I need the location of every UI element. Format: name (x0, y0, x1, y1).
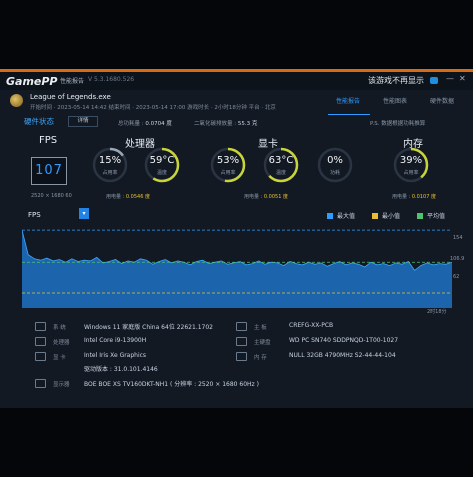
version-label: V 5.3.1680.526 (88, 76, 135, 83)
disk-icon (236, 337, 247, 346)
cpu-usage-ring: 15% 占用率 (91, 146, 129, 184)
legend-avg: 平均值 (417, 211, 445, 220)
gpu-temp-label: 温度 (275, 170, 286, 176)
memory-label: 内 存 (254, 355, 267, 361)
display-icon (35, 379, 46, 388)
chart-avg-label: 106.9 (450, 256, 465, 262)
total-power: 总功耗量 : 0.0704 度 (118, 119, 172, 127)
close-button[interactable]: ✕ (459, 74, 466, 83)
tab-performance-chart[interactable]: 性能图表 (383, 96, 407, 105)
gpu-power-label: 用电量 : (244, 194, 263, 200)
disk-value: WD PC SN740 SDDPNQD-1T00-1027 (289, 337, 399, 344)
legend-max: 最大值 (327, 211, 355, 220)
fps-title: FPS (39, 135, 58, 146)
gpu-usage-ring: 53% 占用率 (209, 146, 247, 184)
carbon-emission: 二氧化碳排放量 : 55.3 克 (194, 119, 257, 127)
legend-max-swatch (327, 213, 333, 219)
legend-min-label: 最小值 (382, 213, 401, 220)
board-icon (236, 322, 247, 331)
display-label: 显示器 (53, 382, 70, 388)
memory-power: 用电量 : 0.0107 度 (392, 193, 436, 200)
cpu-temp-label: 温度 (156, 170, 167, 176)
cpu-power-label: 用电量 : (106, 194, 125, 200)
gpu-value: Intel Iris Xe Graphics (84, 352, 147, 359)
os-icon (35, 322, 46, 331)
carbon-label: 二氧化碳排放量 : (194, 121, 237, 127)
gpu-usage-label: 占用率 (220, 170, 236, 176)
gpu-power: 用电量 : 0.0051 度 (244, 193, 288, 200)
memory-usage-label: 占用率 (403, 170, 419, 176)
fps-chart (22, 229, 452, 308)
cpu-usage-label: 占用率 (102, 170, 118, 176)
legend-avg-swatch (417, 213, 423, 219)
title-bar: GamePP 性能报告 V 5.3.1680.526 该游戏不再显示 — ✕ (0, 72, 473, 90)
gpu-power-value: 0% (327, 155, 343, 166)
gpu-power-label: 功耗 (329, 170, 340, 176)
session-meta: 开始时间 · 2023-05-14 14:42 结束时间 · 2023-05-1… (30, 105, 276, 111)
gpu-power-ring: 0% 功耗 (316, 146, 354, 184)
display-value: BOE BOE XS TV160DKT-NH1 ( 分辨率 : 2520 × 1… (84, 381, 259, 388)
fps-area (22, 230, 452, 308)
total-power-label: 总功耗量 : (118, 121, 144, 127)
game-name: League of Legends.exe (30, 93, 111, 101)
os-label: 系 统 (53, 325, 66, 331)
gpu-power-value: 0.0051 度 (263, 194, 288, 200)
memory-usage-value: 39% (399, 155, 423, 166)
fps-value: 107 (35, 163, 63, 178)
gpu-icon (35, 352, 46, 361)
gpu-label: 显 卡 (53, 355, 66, 361)
window-title: 性能报告 (60, 78, 85, 85)
cpu-value: Intel Core i9-13900H (84, 337, 147, 344)
fps-resolution: 2520 × 1680 60 (31, 193, 72, 199)
disk-label: 主硬盘 (254, 340, 271, 346)
cpu-usage-value: 15% (98, 155, 122, 166)
tab-performance-report[interactable]: 性能报告 (336, 96, 360, 105)
app-logo: GamePP (6, 75, 58, 88)
game-avatar (10, 94, 23, 107)
chart-time-label: 2时18分 (427, 309, 447, 315)
hide-game-toggle[interactable]: 该游戏不再显示 (368, 75, 424, 86)
screenshot-icon[interactable] (430, 77, 438, 84)
os-value: Windows 11 家庭版 China 64位 22621.1702 (84, 324, 213, 331)
active-tab-indicator (328, 114, 370, 115)
chart-metric-label: FPS (28, 211, 41, 219)
gpu-temp-ring: 63°C 温度 (262, 146, 300, 184)
tab-hardware-data[interactable]: 硬件数据 (430, 96, 454, 105)
memory-icon (236, 352, 247, 361)
memory-power-value: 0.0107 度 (411, 194, 436, 200)
estimate-note: P.S. 数据根据功耗推算 (370, 121, 426, 127)
cpu-temp-value: 59°C (149, 155, 175, 166)
fps-average-box: 107 (31, 157, 67, 185)
legend-max-label: 最大值 (337, 213, 356, 220)
memory-value: NULL 32GB 4790MHz S2-44-44-104 (289, 352, 396, 359)
legend-min: 最小值 (372, 211, 400, 220)
cpu-power: 用电量 : 0.0546 度 (106, 193, 150, 200)
legend-avg-label: 平均值 (427, 213, 446, 220)
memory-usage-ring: 39% 占用率 (392, 146, 430, 184)
chart-max-label: 154 (453, 235, 463, 241)
board-label: 主 板 (254, 325, 267, 331)
cpu-icon (35, 337, 46, 346)
minimize-button[interactable]: — (446, 74, 454, 83)
cpu-temp-ring: 59°C 温度 (143, 146, 181, 184)
chart-min-label: 62 (453, 274, 460, 280)
memory-power-label: 用电量 : (392, 194, 411, 200)
total-power-value: 0.0704 度 (145, 121, 172, 127)
board-value: CREFG-XX-PCB (289, 322, 334, 329)
chart-metric-dropdown[interactable]: ▾ (79, 208, 89, 219)
cpu-label: 处理器 (53, 340, 70, 346)
gpu-usage-value: 53% (216, 155, 240, 166)
gpu-driver: 驱动版本 : 31.0.101.4146 (84, 366, 158, 373)
gpu-temp-value: 63°C (268, 155, 294, 166)
detail-button[interactable]: 详情 (68, 116, 98, 127)
hardware-status-title: 硬件状态 (24, 117, 54, 126)
carbon-value: 55.3 克 (237, 121, 258, 127)
legend-min-swatch (372, 213, 378, 219)
cpu-power-value: 0.0546 度 (125, 194, 150, 200)
